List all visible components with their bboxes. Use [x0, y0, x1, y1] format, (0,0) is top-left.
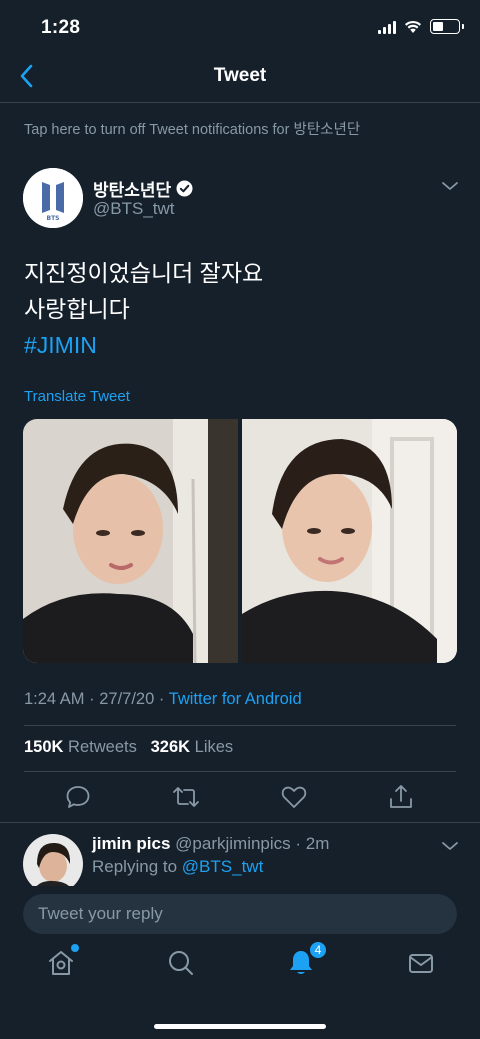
status-time: 1:28 [41, 17, 81, 38]
user-handle[interactable]: @BTS_twt [93, 199, 175, 219]
tweet-text: 지진정이었습니더 잘자요 사랑합니다 #JIMIN [24, 255, 263, 363]
hashtag-link[interactable]: #JIMIN [24, 327, 263, 363]
retweets-count: 150K [24, 738, 64, 756]
reply-user: jimin pics @parkjiminpics · 2m [92, 834, 329, 854]
cellular-signal-icon [378, 20, 396, 34]
likes-label: Likes [194, 738, 234, 756]
user-name[interactable]: 방탄소년단 [93, 176, 193, 201]
tweet-source-link[interactable]: Twitter for Android [169, 690, 302, 708]
bts-logo-icon: BTS [23, 168, 83, 228]
share-icon[interactable] [387, 783, 415, 811]
retweet-icon[interactable] [172, 783, 200, 811]
tab-home[interactable] [46, 944, 79, 978]
search-icon [169, 951, 193, 975]
mail-icon [409, 954, 433, 973]
chevron-down-icon[interactable] [440, 836, 460, 856]
divider [24, 725, 456, 726]
tweet-header: BTS 방탄소년단 @BTS_twt [23, 168, 460, 230]
tweet-photo-2[interactable] [242, 419, 457, 663]
status-icons [378, 19, 464, 34]
tweet-meta: 1:24 AM · 27/7/20 · Twitter for Android [24, 690, 302, 708]
tweet-line-2: 사랑합니다 [24, 296, 130, 322]
verified-badge-icon [176, 180, 193, 197]
tab-search[interactable] [166, 948, 196, 978]
compose-area: Tweet your reply 4 [0, 886, 480, 1039]
reply-user-name[interactable]: jimin pics [92, 834, 170, 853]
tweet-time: 1:24 AM [24, 690, 85, 708]
reply-time: · 2m [295, 834, 330, 853]
avatar[interactable]: BTS [23, 168, 83, 228]
home-icon [49, 951, 73, 975]
tweet-date: 27/7/20 [99, 690, 155, 708]
tweet-stats: 150K Retweets 326K Likes [24, 738, 233, 757]
replying-to-handle[interactable]: @BTS_twt [182, 857, 264, 876]
reply-tweet[interactable]: jimin pics @parkjiminpics · 2m Replying … [0, 834, 480, 886]
tweet-actions [24, 783, 456, 813]
reply-input[interactable]: Tweet your reply [23, 894, 457, 934]
translate-tweet-link[interactable]: Translate Tweet [24, 388, 130, 405]
home-unread-dot [71, 944, 79, 952]
page-title: Tweet [213, 65, 267, 86]
nav-bar: Tweet [0, 56, 480, 103]
wifi-icon [405, 20, 421, 33]
retweets-stat[interactable]: 150K Retweets [24, 738, 137, 756]
user-name-label: 방탄소년단 [93, 181, 172, 200]
heart-icon[interactable] [280, 783, 308, 811]
tab-messages[interactable] [406, 948, 436, 978]
tab-notifications[interactable]: 4 [286, 940, 328, 978]
home-indicator [154, 1024, 326, 1029]
tweet-photo-1[interactable] [23, 419, 238, 663]
media-grid [23, 419, 457, 663]
divider [24, 771, 456, 772]
notifications-badge: 4 [308, 940, 328, 960]
avatar-logo-text: BTS [47, 215, 60, 222]
likes-count: 326K [150, 738, 191, 756]
retweets-label: Retweets [68, 738, 137, 756]
replying-to: Replying to @BTS_twt [92, 857, 263, 877]
battery-icon [430, 19, 464, 34]
reply-icon[interactable] [64, 783, 92, 811]
reply-avatar[interactable] [23, 834, 83, 886]
replying-to-label: Replying to [92, 857, 178, 876]
reply-user-handle[interactable]: @parkjiminpics [175, 834, 291, 853]
notification-banner[interactable]: Tap here to turn off Tweet notifications… [24, 118, 360, 139]
tweet-line-1: 지진정이었습니더 잘자요 [24, 260, 264, 286]
status-bar: 1:28 [0, 0, 480, 56]
likes-stat[interactable]: 326K Likes [151, 738, 234, 756]
tab-bar: 4 [0, 940, 480, 992]
divider [0, 822, 480, 823]
chevron-down-icon[interactable] [440, 176, 460, 196]
